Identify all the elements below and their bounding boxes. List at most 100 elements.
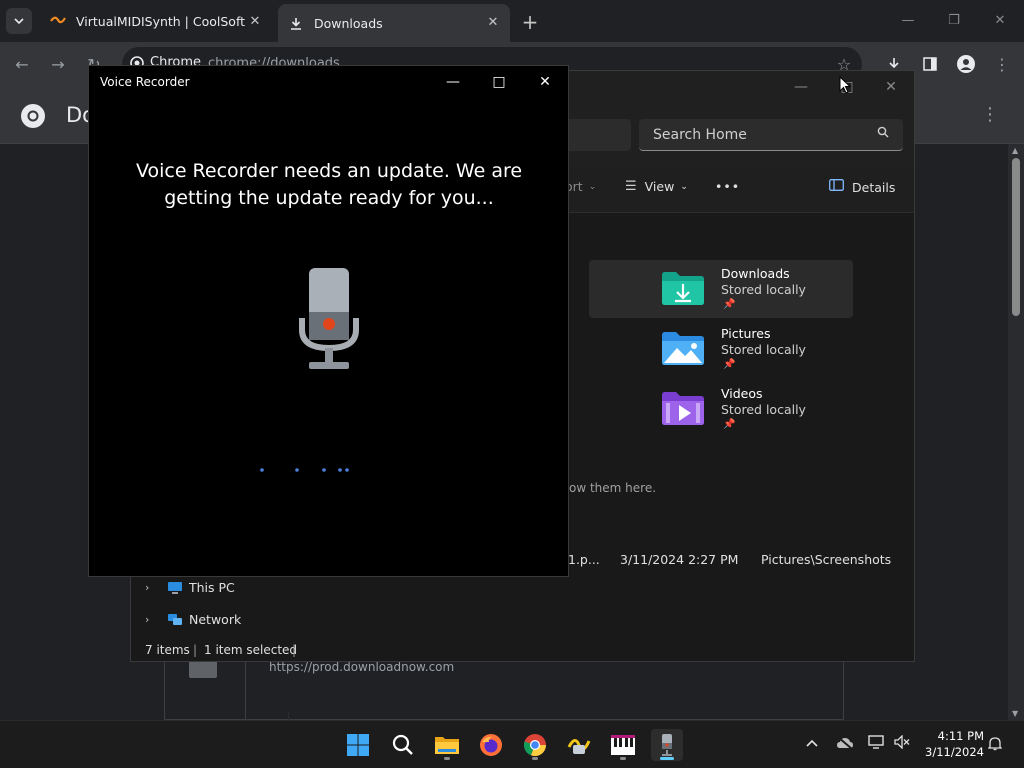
chevron-down-icon [14, 18, 24, 25]
forward-arrow-icon[interactable]: → [46, 52, 70, 76]
item-count: 7 items [145, 643, 190, 657]
show-hidden-icons-chevron-icon[interactable] [806, 735, 818, 751]
mouse-cursor-icon [839, 76, 851, 94]
pin-icon: 📌 [723, 419, 736, 430]
minimize-icon[interactable]: — [791, 77, 811, 97]
coolsoft-favicon-icon [50, 13, 66, 29]
videos-folder-icon [662, 392, 704, 425]
notification-bell-icon[interactable] [987, 736, 1003, 755]
close-window-icon[interactable]: ✕ [990, 10, 1010, 30]
running-indicator [444, 757, 450, 760]
coolsoft-app-icon [567, 739, 591, 754]
voice-recorder-window: Voice Recorder — □ ✕ Voice Recorder need… [88, 65, 569, 577]
file-explorer-taskbar-button[interactable] [431, 729, 463, 761]
sort-button[interactable]: ort ⌄ [565, 179, 596, 194]
window-title: Voice Recorder [100, 75, 190, 89]
update-message: Voice Recorder needs an update. We are g… [135, 160, 523, 209]
details-pane-icon [829, 179, 844, 195]
network-icon [168, 613, 182, 625]
explorer-status-bar: 7 items | 1 item selected | [131, 639, 914, 661]
tab-title: Downloads [314, 15, 383, 31]
network-status-icon[interactable] [868, 735, 884, 753]
nav-label: This PC [189, 580, 235, 595]
quick-access-videos[interactable]: Videos Stored locally 📌 [589, 380, 853, 438]
microphone-icon [299, 268, 359, 369]
tab-title: VirtualMIDISynth | CoolSoft [76, 13, 246, 29]
recent-file-name[interactable]: 1.p... [568, 552, 600, 567]
folder-name: Videos [721, 386, 763, 401]
voice-recorder-titlebar: Voice Recorder — □ ✕ [89, 66, 568, 98]
nav-item-this-pc[interactable]: › This PC [145, 580, 235, 595]
favorites-hint: ow them here. [569, 481, 657, 495]
firefox-taskbar-button[interactable] [475, 729, 507, 761]
folder-name: Pictures [721, 326, 771, 341]
maximize-icon[interactable]: □ [489, 72, 509, 92]
minimize-icon[interactable]: — [443, 72, 463, 92]
folder-status: Stored locally [721, 342, 806, 357]
scrollbar-thumb[interactable] [1012, 158, 1020, 316]
pin-icon: 📌 [723, 299, 736, 310]
scroll-up-icon[interactable]: ▲ [1012, 146, 1018, 155]
menu-kebab-icon[interactable]: ⋮ [980, 104, 1000, 126]
browser-tab-strip: VirtualMIDISynth | CoolSoft ✕ Downloads … [0, 0, 1024, 42]
close-window-icon[interactable]: ✕ [881, 77, 901, 97]
close-tab-icon[interactable]: ✕ [486, 15, 500, 30]
page-scrollbar[interactable]: ▲ ▼ [1008, 144, 1024, 720]
quick-access-pictures[interactable]: Pictures Stored locally 📌 [589, 320, 853, 378]
chrome-taskbar-button[interactable] [519, 729, 551, 761]
midi-keyboard-taskbar-button[interactable] [607, 729, 639, 761]
tab-search-button[interactable] [6, 8, 32, 34]
minimize-icon[interactable]: — [898, 10, 918, 30]
close-window-icon[interactable]: ✕ [535, 72, 555, 92]
back-arrow-icon[interactable]: ← [10, 52, 34, 76]
tab-virtualmidisynth[interactable]: VirtualMIDISynth | CoolSoft ✕ [40, 6, 272, 36]
running-indicator [620, 757, 626, 760]
nav-item-network[interactable]: › Network [145, 612, 241, 627]
selection-count: 1 item selected [204, 643, 298, 657]
download-url[interactable]: https://prod.downloadnow.com [269, 660, 454, 674]
quick-access-downloads[interactable]: Downloads Stored locally 📌 [589, 260, 853, 318]
voice-recorder-taskbar-button[interactable] [651, 729, 683, 761]
profile-icon[interactable] [954, 52, 978, 76]
close-tab-icon[interactable]: ✕ [248, 14, 262, 29]
active-indicator [660, 757, 674, 760]
view-button[interactable]: ☰ View ⌄ [625, 179, 688, 194]
downloads-folder-icon [662, 272, 704, 305]
search-icon [392, 734, 413, 755]
chrome-icon [523, 734, 547, 757]
start-button[interactable] [342, 729, 374, 761]
microphone-icon [662, 734, 672, 756]
pictures-folder-icon [662, 332, 704, 365]
restore-icon[interactable]: ❐ [944, 10, 964, 30]
firefox-icon [480, 734, 502, 756]
tab-downloads[interactable]: Downloads ✕ [278, 4, 510, 42]
divider: | [292, 643, 297, 657]
scroll-down-icon[interactable]: ▼ [1012, 709, 1018, 718]
chrome-logo-icon [21, 104, 45, 128]
search-button[interactable] [387, 729, 419, 761]
volume-muted-icon[interactable] [894, 734, 910, 753]
folder-status: Stored locally [721, 282, 806, 297]
virtualmidisynth-taskbar-button[interactable] [563, 729, 595, 761]
divider: | [193, 643, 198, 657]
side-panel-icon[interactable] [918, 52, 942, 76]
chevron-right-icon: › [145, 613, 150, 626]
more-options-button[interactable]: ••• [715, 179, 740, 194]
search-placeholder: Search Home [653, 127, 747, 143]
clock-time: 4:11 PM [937, 729, 984, 743]
loading-spinner-icon [260, 468, 349, 472]
nav-label: Network [189, 612, 242, 627]
system-clock[interactable]: 4:11 PM 3/11/2024 [916, 728, 984, 760]
clock-date: 3/11/2024 [925, 745, 984, 759]
onedrive-offline-icon[interactable] [836, 736, 854, 754]
taskbar: 4:11 PM 3/11/2024 [0, 720, 1024, 768]
details-label: Details [852, 179, 896, 195]
new-tab-button[interactable]: + [518, 10, 542, 34]
view-label: View [644, 179, 675, 194]
search-input[interactable]: Search Home [639, 119, 903, 151]
chevron-down-icon: ⌄ [680, 181, 688, 192]
menu-kebab-icon[interactable]: ⋮ [990, 52, 1014, 76]
details-button[interactable]: Details [829, 179, 895, 195]
chevron-right-icon: › [145, 581, 150, 594]
recent-file-location: Pictures\Screenshots [761, 552, 892, 567]
